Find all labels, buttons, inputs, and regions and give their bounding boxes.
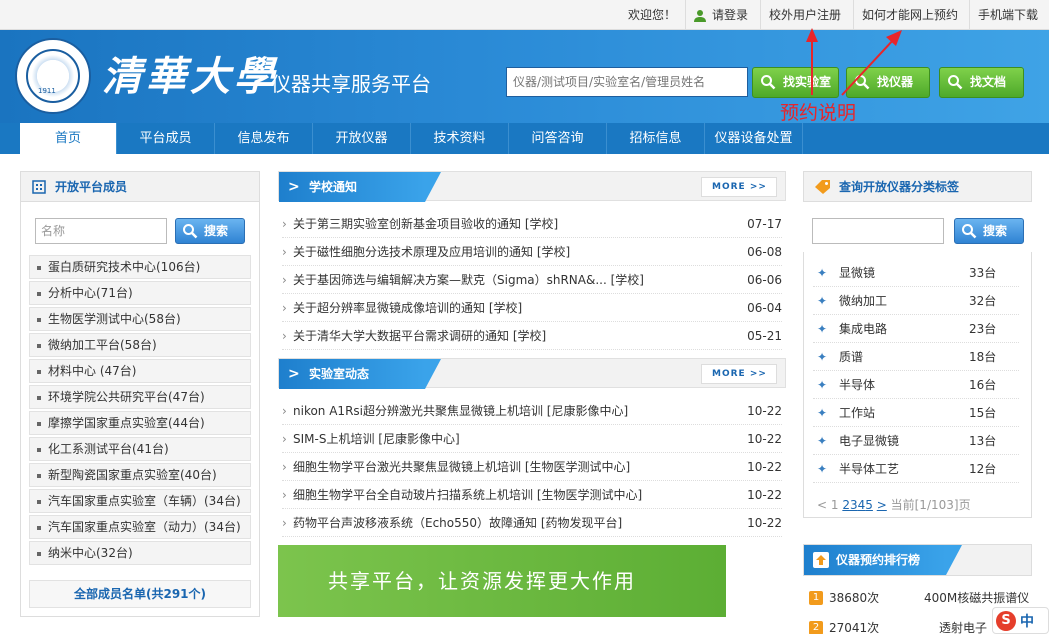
sogou-icon: S [996, 611, 1016, 631]
ime-toolbar[interactable]: S 中 [992, 607, 1049, 634]
annotation-label: 预约说明 [780, 102, 857, 124]
ime-lang: 中 [1020, 614, 1034, 630]
annotation-arrows [806, 28, 902, 96]
